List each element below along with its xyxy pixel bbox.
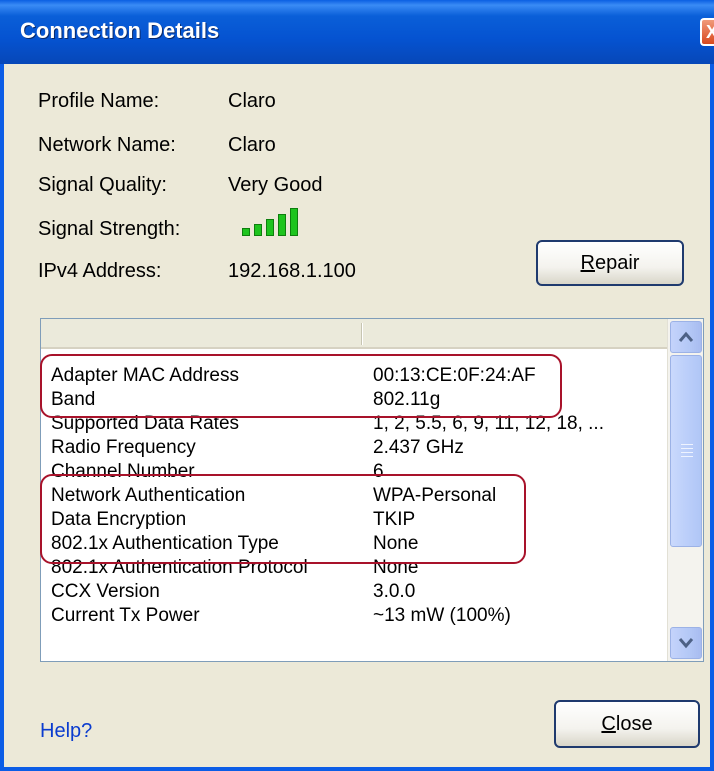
row-value: 6	[373, 461, 384, 482]
scroll-grip-line	[681, 456, 693, 457]
signal-bar	[290, 208, 298, 236]
repair-button[interactable]: Repair	[536, 240, 684, 286]
list-header[interactable]	[41, 319, 667, 349]
column-divider-highlight	[362, 323, 363, 345]
close-window-icon[interactable]: X	[700, 18, 714, 46]
scroll-down-button[interactable]	[670, 627, 702, 659]
row-key: 802.1x Authentication Type	[51, 533, 279, 554]
scroll-grip-line	[681, 452, 693, 453]
ipv4-address-value: 192.168.1.100	[228, 260, 356, 282]
scroll-up-button[interactable]	[670, 321, 702, 353]
window-title: Connection Details	[20, 18, 220, 43]
row-key: Network Authentication	[51, 485, 246, 506]
signal-strength-label: Signal Strength:	[38, 218, 181, 240]
repair-mnemonic: R	[580, 252, 595, 274]
scroll-grip-line	[681, 448, 693, 449]
close-label: lose	[615, 713, 653, 735]
signal-bar	[278, 214, 286, 236]
table-row[interactable]: Current Tx Power ~13 mW (100%)	[41, 603, 667, 631]
ipv4-address-label: IPv4 Address:	[38, 260, 162, 282]
signal-quality-label: Signal Quality:	[38, 174, 167, 196]
signal-quality-value: Very Good	[228, 174, 323, 196]
row-value: 1, 2, 5.5, 6, 9, 11, 12, 18, ...	[373, 413, 604, 434]
row-key: Data Encryption	[51, 509, 187, 530]
chevron-down-icon	[678, 638, 694, 649]
help-link[interactable]: Help?	[40, 720, 92, 743]
row-key: 802.1x Authentication Protocol	[51, 557, 308, 578]
scroll-thumb[interactable]	[670, 355, 702, 547]
scroll-grip-line	[681, 444, 693, 445]
row-key: Supported Data Rates	[51, 413, 240, 434]
close-button[interactable]: Close	[554, 700, 700, 748]
signal-bar	[254, 224, 262, 236]
signal-strength-icon	[242, 206, 322, 236]
row-value: None	[373, 533, 419, 554]
row-key: Radio Frequency	[51, 437, 196, 458]
connection-details-window: Connection Details X Profile Name: Claro…	[0, 0, 714, 771]
row-value: WPA-Personal	[373, 485, 497, 506]
row-value: None	[373, 557, 419, 578]
network-name-label: Network Name:	[38, 134, 176, 156]
chevron-up-icon	[678, 331, 694, 342]
close-mnemonic: C	[601, 713, 616, 735]
profile-name-label: Profile Name:	[38, 90, 160, 112]
row-key: Band	[51, 389, 96, 410]
row-value: 3.0.0	[373, 581, 416, 602]
connection-details-list[interactable]: Adapter MAC Address 00:13:CE:0F:24:AF Band…	[40, 318, 704, 662]
vertical-scrollbar[interactable]	[667, 319, 703, 661]
repair-label: epair	[594, 252, 640, 274]
row-value: TKIP	[373, 509, 416, 530]
row-value: 2.437 GHz	[373, 437, 464, 458]
row-value: ~13 mW (100%)	[373, 605, 511, 626]
row-key: Channel Number	[51, 461, 195, 482]
signal-bar	[242, 228, 250, 236]
title-bar[interactable]: Connection Details X	[0, 0, 714, 64]
profile-name-value: Claro	[228, 90, 276, 112]
network-name-value: Claro	[228, 134, 276, 156]
row-key: CCX Version	[51, 581, 160, 602]
row-value: 802.11g	[373, 389, 441, 410]
row-key: Current Tx Power	[51, 605, 200, 626]
row-value: 00:13:CE:0F:24:AF	[373, 365, 536, 386]
row-key: Adapter MAC Address	[51, 365, 239, 386]
signal-bar	[266, 219, 274, 236]
